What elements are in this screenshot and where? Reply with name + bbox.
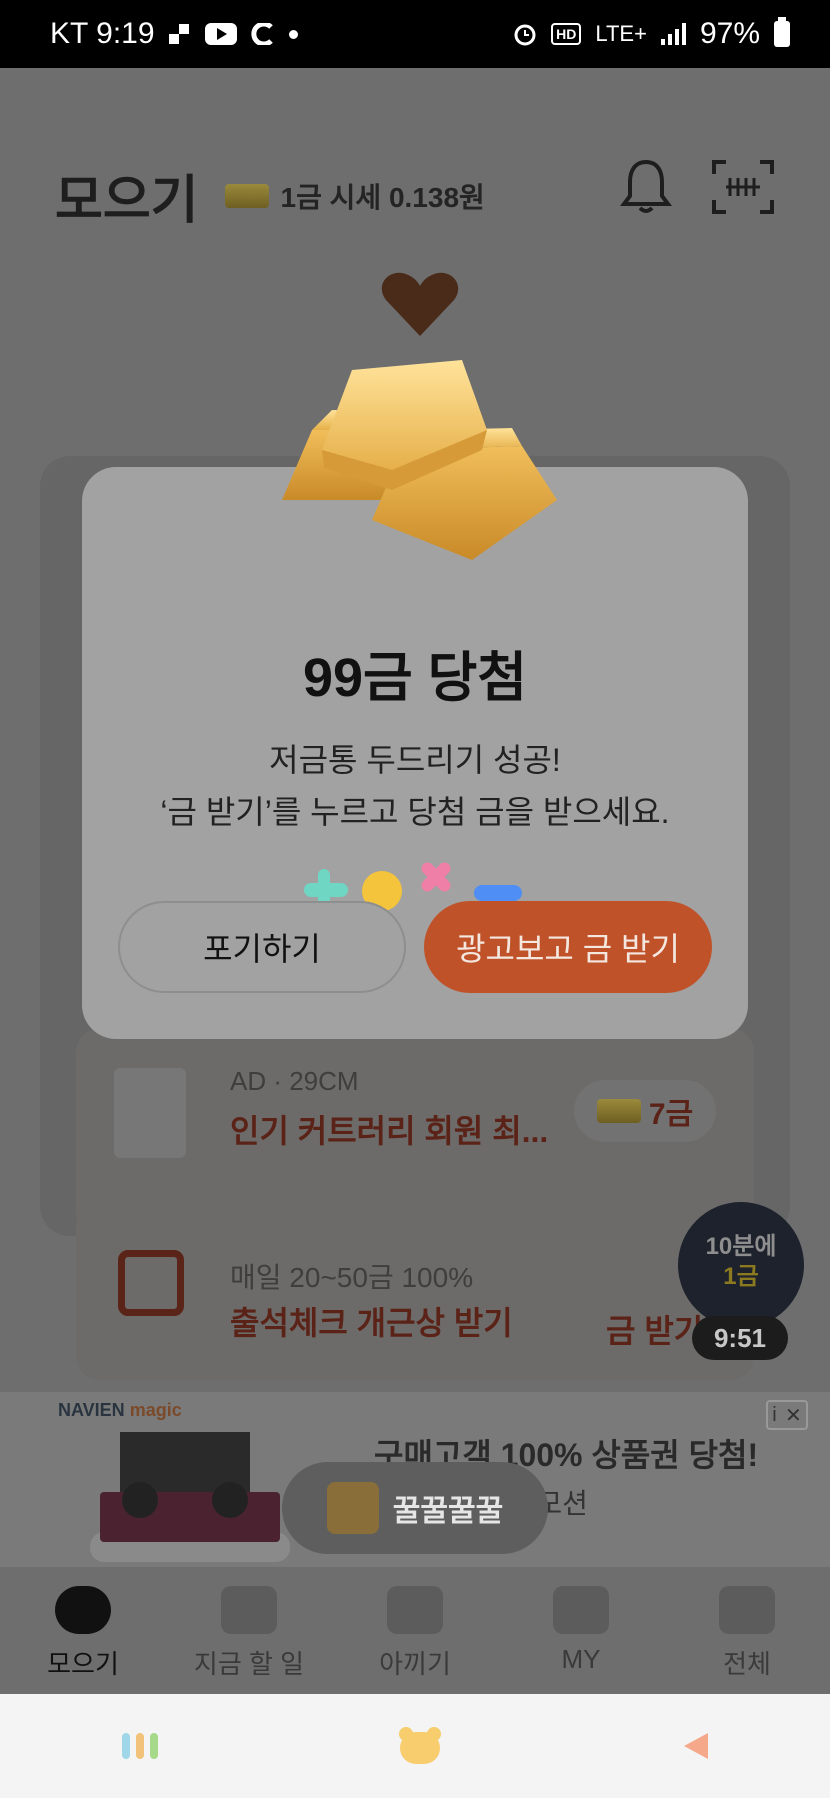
piggy-bank-icon (55, 1586, 111, 1634)
watch-ad-get-gold-button[interactable]: 광고보고 금 받기 (424, 901, 712, 993)
attendance-card[interactable]: 매일 20~50금 100% 출석체크 개근상 받기 금 받기 (76, 1200, 754, 1380)
toast-message: 꿀꿀꿀꿀 (282, 1462, 548, 1554)
hd-voice-icon: HD (551, 23, 582, 45)
alarm-icon (513, 22, 537, 46)
recent-apps-icon[interactable] (118, 1729, 162, 1763)
status-bar: KT 9:19 HD LTE+ 97% (0, 0, 830, 68)
home-icon[interactable] (398, 1726, 442, 1766)
gold-price-text: 1금 시세 0.138원 (280, 181, 485, 213)
syrup-icon (326, 1482, 379, 1534)
nav-label: 전체 (723, 1649, 771, 1679)
banner-brand: NAVIEN magic (58, 1400, 182, 1421)
page-title: 모으기 (55, 172, 199, 230)
attendance-title: 출석체크 개근상 받기 (230, 1305, 513, 1341)
nav-label: 지금 할 일 (193, 1649, 305, 1679)
attendance-button[interactable]: 금 받기 (606, 1306, 703, 1352)
attendance-sub: 매일 20~50금 100% (230, 1262, 474, 1293)
nav-item-my[interactable]: MY (498, 1586, 664, 1675)
ad-thumbnail (114, 1068, 186, 1158)
gas-stove-image (90, 1432, 290, 1562)
calendar-icon (118, 1250, 184, 1316)
barcode-scan-icon[interactable] (712, 160, 774, 214)
network-type: LTE+ (595, 21, 647, 46)
battery-icon (774, 17, 790, 47)
banner-brand-sub: magic (129, 1400, 182, 1420)
close-icon: ✕ (785, 1404, 802, 1427)
ad-close-button[interactable]: i ✕ (766, 1400, 808, 1430)
ad-reward-button[interactable]: 7금 (574, 1080, 716, 1142)
gold-bars-icon (282, 360, 557, 560)
timer-line1: 10분에 (705, 1233, 777, 1260)
app-notification-icon (250, 23, 275, 45)
back-icon[interactable] (678, 1729, 712, 1763)
system-nav-bar (0, 1694, 830, 1798)
toast-text: 꿀꿀꿀꿀 (392, 1495, 504, 1528)
ad-title: 인기 커트러리 회원 최... (230, 1113, 549, 1149)
nav-label: MY (561, 1644, 601, 1674)
dialog-message-line2: ‘금 받기’를 누르고 당첨 금을 받으세요. (160, 794, 670, 830)
timer-line2: 1금 (723, 1263, 759, 1290)
ad-reward-label: 7금 (648, 1098, 694, 1131)
coupon-icon (387, 1586, 443, 1634)
more-notifications-icon (288, 29, 298, 39)
timer-countdown: 9:51 (692, 1316, 788, 1360)
nav-label: 모으기 (47, 1649, 119, 1679)
notification-icon (168, 24, 191, 44)
wallet-icon (553, 1586, 609, 1634)
header: 모으기 1금 시세 0.138원 (55, 158, 485, 233)
grid-icon (719, 1586, 775, 1634)
nav-item-all[interactable]: 전체 (664, 1586, 830, 1681)
dialog-title: 99금 당첨 (302, 648, 528, 708)
bottom-nav: 모으기 지금 할 일 아끼기 MY 전체 (0, 1570, 830, 1694)
gold-bar-icon (224, 183, 269, 208)
gold-price: 1금 시세 0.138원 (224, 176, 485, 216)
nav-label: 아끼기 (379, 1649, 451, 1679)
battery-percent: 97% (699, 17, 760, 50)
alarm-clock-icon (221, 1586, 277, 1634)
info-icon: i (772, 1403, 777, 1426)
nav-item-collect[interactable]: 모으기 (0, 1586, 166, 1681)
bell-icon[interactable] (620, 158, 672, 216)
nav-item-todo[interactable]: 지금 할 일 (166, 1586, 332, 1681)
carrier-time: KT 9:19 (50, 17, 155, 50)
banner-brand-name: NAVIEN (58, 1400, 125, 1420)
signal-icon (660, 23, 686, 45)
give-up-button[interactable]: 포기하기 (118, 901, 406, 993)
ad-sub: AD · 29CM (230, 1066, 359, 1096)
gold-bar-icon (596, 1099, 641, 1123)
youtube-icon (204, 23, 237, 45)
nav-item-save[interactable]: 아끼기 (332, 1586, 498, 1681)
timer-reward-button[interactable]: 10분에 1금 (678, 1202, 804, 1328)
dialog-message-line1: 저금통 두드리기 성공! (269, 742, 561, 778)
heart-icon (381, 272, 459, 336)
